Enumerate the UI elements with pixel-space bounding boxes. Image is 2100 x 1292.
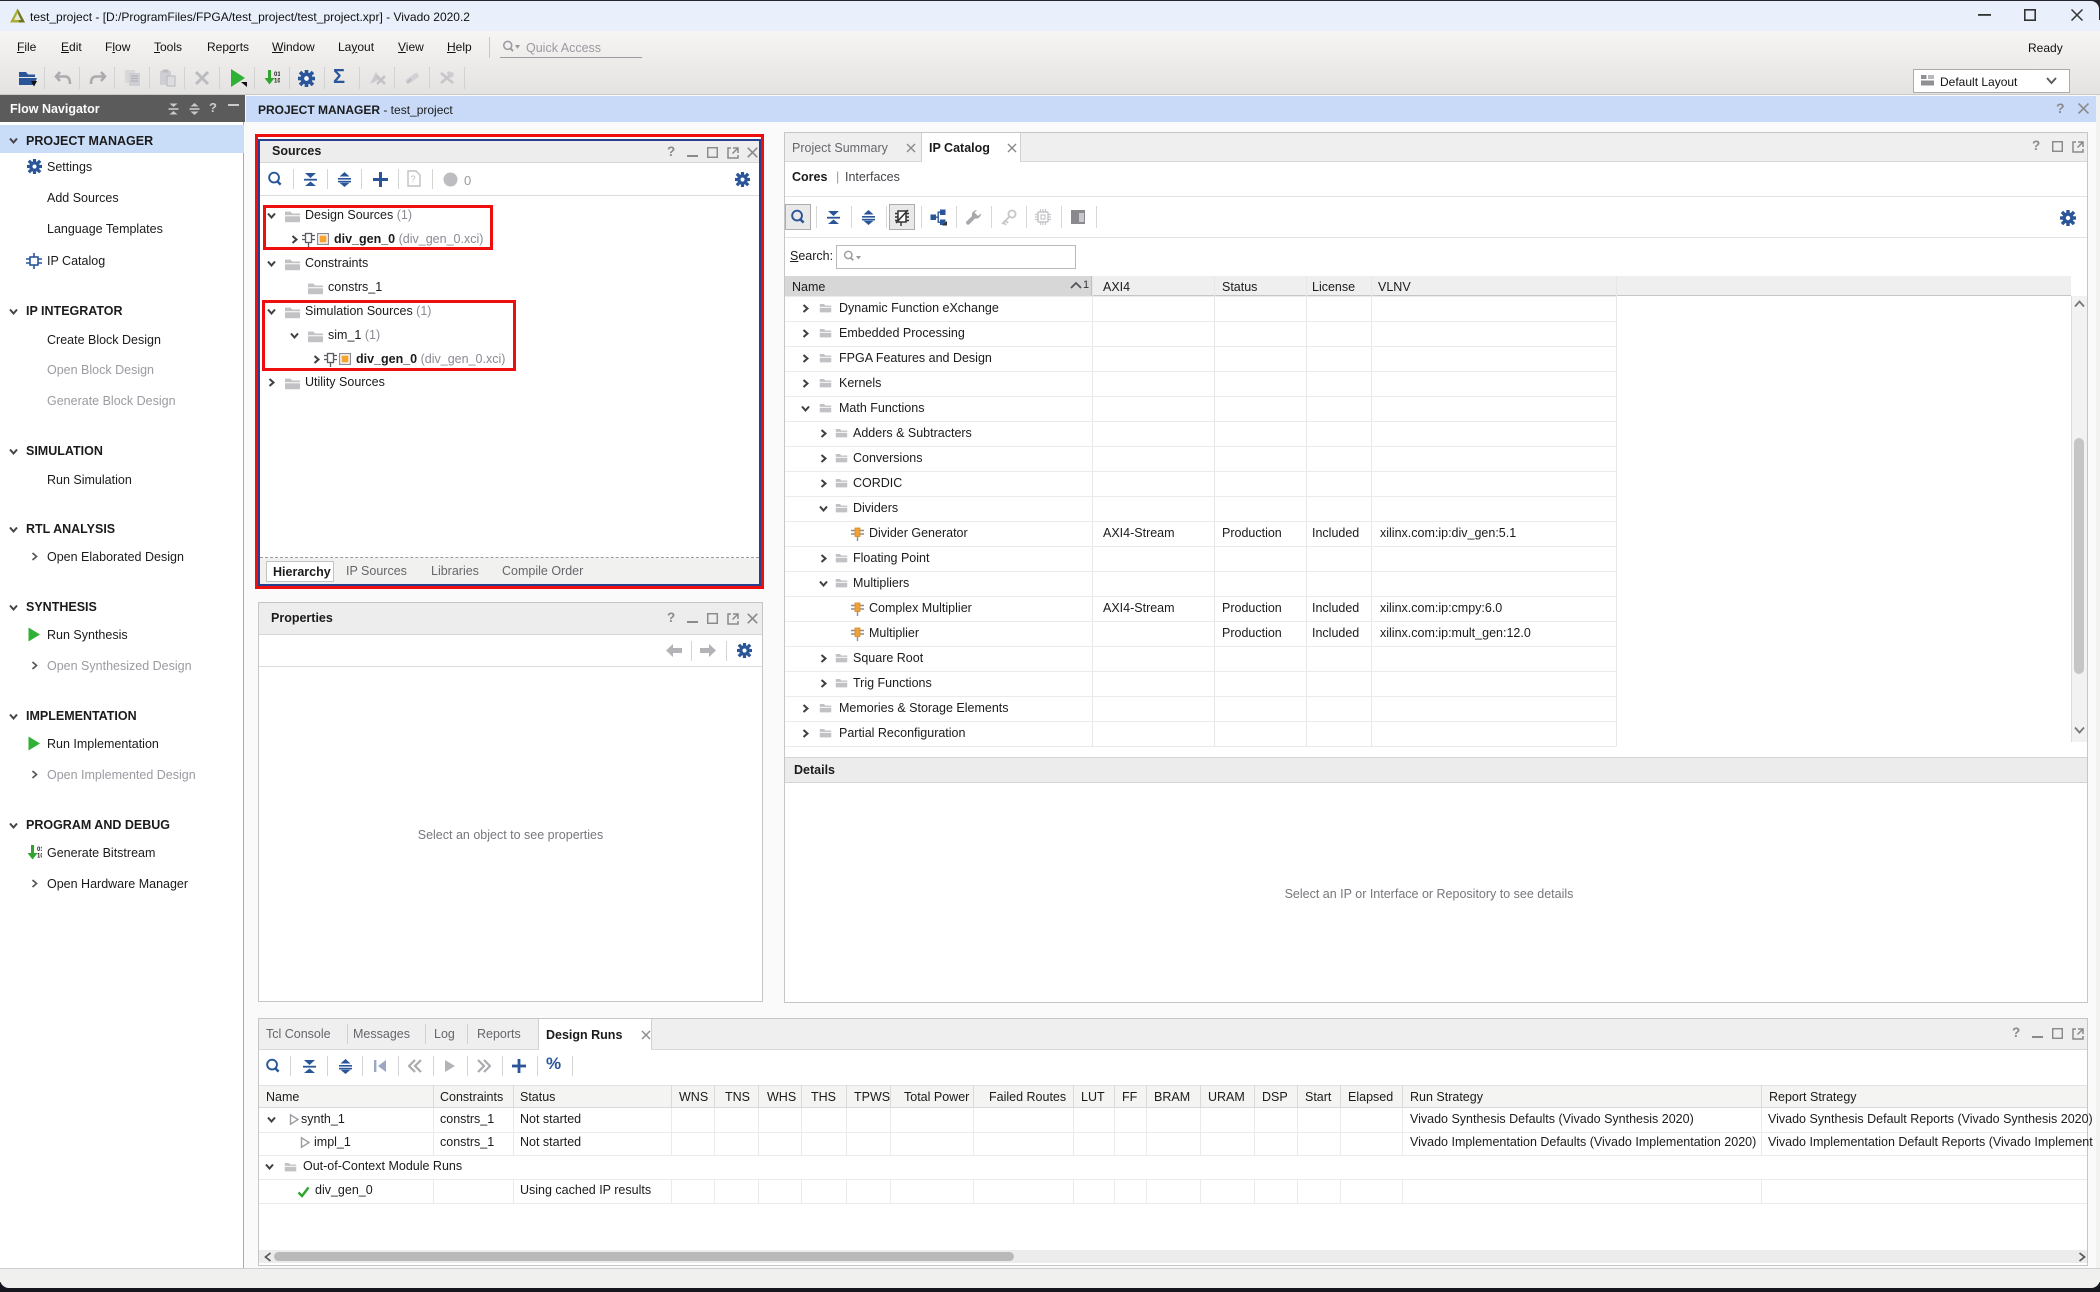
svg-text:10: 10 [37,854,42,860]
svg-text:10: 10 [274,79,280,85]
svg-text:01: 01 [37,847,42,853]
svg-text:01: 01 [274,72,280,78]
